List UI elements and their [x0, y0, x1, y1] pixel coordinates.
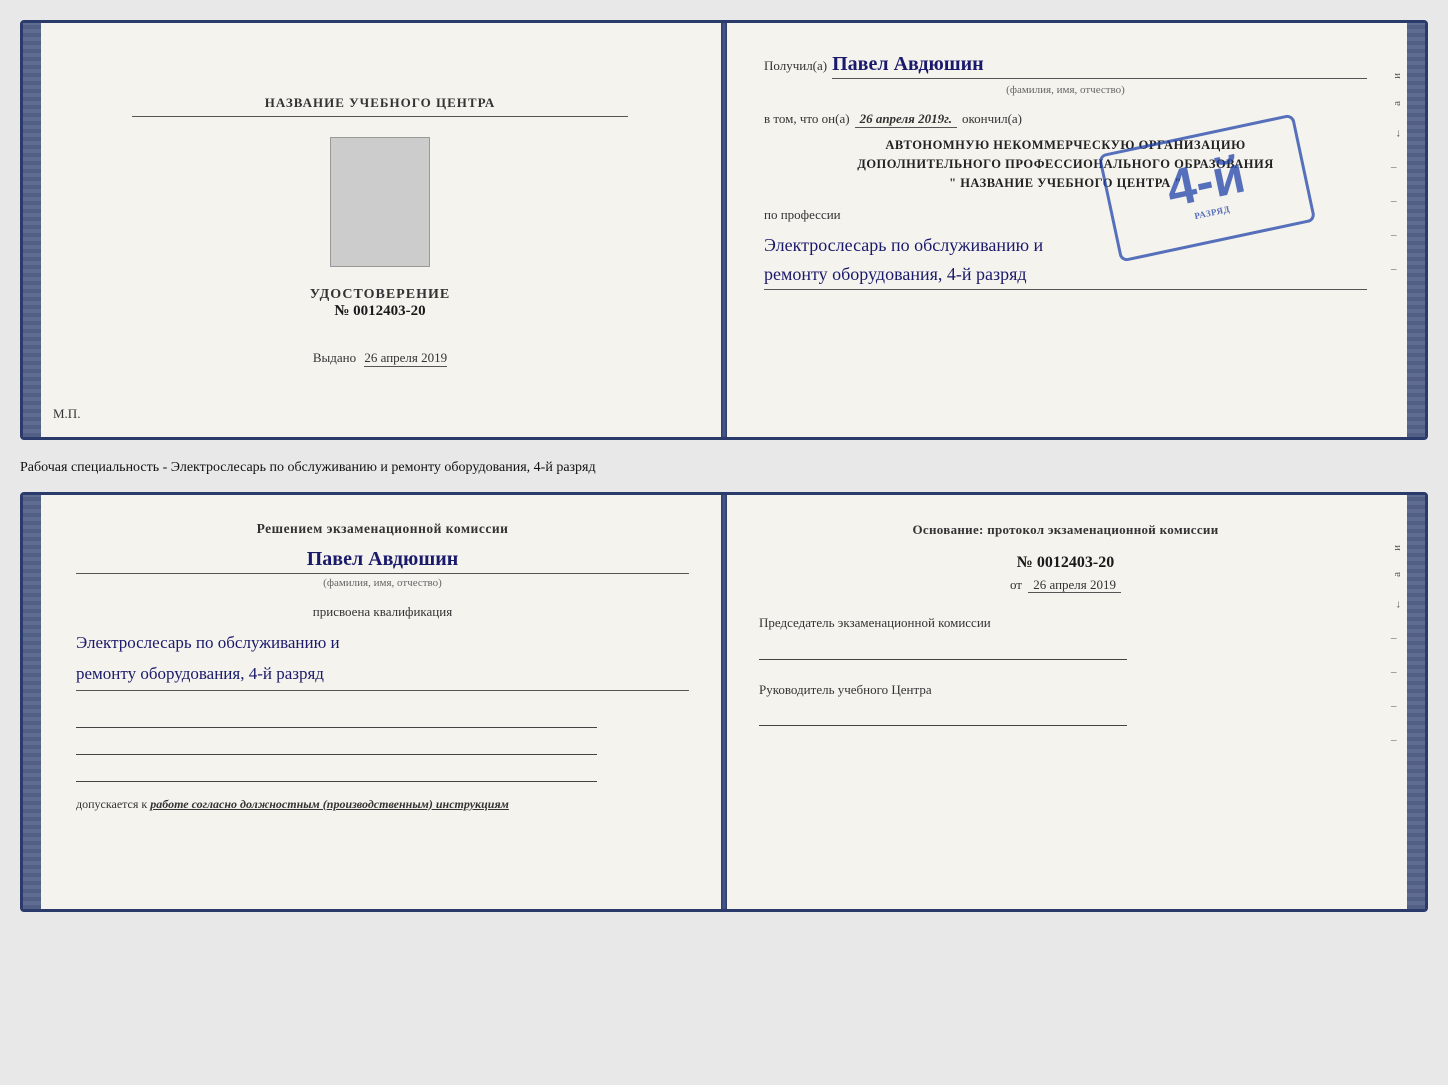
vtom-label: в том, что он(а)	[764, 111, 850, 127]
predsedatel-sig-line	[759, 638, 1127, 660]
edge-dash2: –	[1391, 195, 1403, 207]
between-label: Рабочая специальность - Электрослесарь п…	[20, 450, 1428, 482]
recipient-name: Павел Авдюшин	[832, 53, 1367, 79]
predsedatel-block: Председатель экзаменационной комиссии	[759, 613, 1372, 660]
prisvoena-label: присвоена квалификация	[76, 604, 689, 620]
profession-top: Электрослесарь по обслуживанию и ремонту…	[764, 231, 1367, 290]
photo-placeholder	[330, 137, 430, 267]
top-document: НАЗВАНИЕ УЧЕБНОГО ЦЕНТРА УДОСТОВЕРЕНИЕ №…	[20, 20, 1428, 440]
ot-date: от 26 апреля 2019	[759, 577, 1372, 593]
qualification-line1: Электрослесарь по обслуживанию и	[76, 628, 689, 659]
top-right-panel: Получил(а) Павел Авдюшин (фамилия, имя, …	[724, 23, 1425, 437]
profession-line2: ремонту оборудования, 4-й разряд	[764, 260, 1367, 289]
dopuskaetsya-val: работе согласно должностным (производств…	[150, 797, 509, 811]
stamp-inner: 4-й разряд	[1162, 149, 1252, 228]
right-edge-top: и а ← – – – –	[1391, 73, 1403, 275]
cert-number: № 0012403-20	[310, 303, 450, 320]
edge-и2: и	[1391, 545, 1403, 551]
edge-dash5: –	[1391, 632, 1403, 644]
bottom-document: Решением экзаменационной комиссии Павел …	[20, 492, 1428, 912]
right-edge-bottom: и а ← – – – –	[1391, 545, 1403, 747]
sig-line-1	[76, 706, 597, 728]
vydano-date: 26 апреля 2019	[364, 350, 447, 367]
protocol-number: № 0012403-20	[759, 554, 1372, 572]
binding-right	[1407, 23, 1425, 437]
okonchil-label: окончил(а)	[962, 111, 1022, 127]
osnovaniye-title: Основание: протокол экзаменационной коми…	[759, 520, 1372, 540]
binding-bottom-right	[1407, 495, 1425, 909]
ot-date-val: 26 апреля 2019	[1028, 577, 1121, 593]
edge-и: и	[1391, 73, 1403, 79]
sig-line-3	[76, 760, 597, 782]
edge-dash7: –	[1391, 700, 1403, 712]
sig-line-2	[76, 733, 597, 755]
fio-hint-bottom: (фамилия, имя, отчество)	[76, 577, 689, 589]
dopuskaetsya-block: допускается к работе согласно должностны…	[76, 797, 689, 812]
bottom-right-panel: Основание: протокол экзаменационной коми…	[724, 495, 1425, 909]
poluchil-label: Получил(а)	[764, 58, 827, 74]
edge-dash8: –	[1391, 734, 1403, 746]
dopuskaetsya-label: допускается к	[76, 797, 147, 811]
predsedatel-label: Председатель экзаменационной комиссии	[759, 613, 1372, 633]
rukovoditel-block: Руководитель учебного Центра	[759, 680, 1372, 727]
ot-label: от	[1010, 577, 1022, 592]
edge-а2: а	[1391, 572, 1403, 577]
fio-hint-top: (фамилия, имя, отчество)	[764, 84, 1367, 96]
signature-lines	[76, 706, 689, 782]
profession-line1: Электрослесарь по обслуживанию и	[764, 231, 1367, 260]
qualification-line2: ремонту оборудования, 4-й разряд	[76, 659, 689, 690]
rukovoditel-label: Руководитель учебного Центра	[759, 680, 1372, 700]
mp-label: М.П.	[53, 406, 80, 422]
bottom-name: Павел Авдюшин	[76, 548, 689, 571]
edge-dash4: –	[1391, 263, 1403, 275]
page-wrapper: НАЗВАНИЕ УЧЕБНОГО ЦЕНТРА УДОСТОВЕРЕНИЕ №…	[20, 20, 1428, 912]
edge-arrow2: ←	[1391, 599, 1403, 610]
vydano-label: Выдано	[313, 350, 356, 365]
bottom-left-panel: Решением экзаменационной комиссии Павел …	[23, 495, 724, 909]
edge-dash6: –	[1391, 666, 1403, 678]
rukovoditel-sig-line	[759, 704, 1127, 726]
top-left-panel: НАЗВАНИЕ УЧЕБНОГО ЦЕНТРА УДОСТОВЕРЕНИЕ №…	[23, 23, 724, 437]
resolution-title: Решением экзаменационной комиссии	[76, 520, 689, 539]
vydano-line: Выдано 26 апреля 2019	[313, 350, 447, 366]
poluchil-line: Получил(а) Павел Авдюшин	[764, 53, 1367, 79]
udostoverenie-label: УДОСТОВЕРЕНИЕ	[310, 287, 450, 303]
qualification-bottom: Электрослесарь по обслуживанию и ремонту…	[76, 628, 689, 690]
edge-dash1: –	[1391, 161, 1403, 173]
edge-dash3: –	[1391, 229, 1403, 241]
udostoverenie-block: УДОСТОВЕРЕНИЕ № 0012403-20	[310, 287, 450, 320]
training-center-top: НАЗВАНИЕ УЧЕБНОГО ЦЕНТРА	[132, 95, 629, 117]
edge-а: а	[1391, 101, 1403, 106]
edge-arrow: ←	[1391, 128, 1403, 139]
vtom-date: 26 апреля 2019г.	[855, 111, 957, 128]
